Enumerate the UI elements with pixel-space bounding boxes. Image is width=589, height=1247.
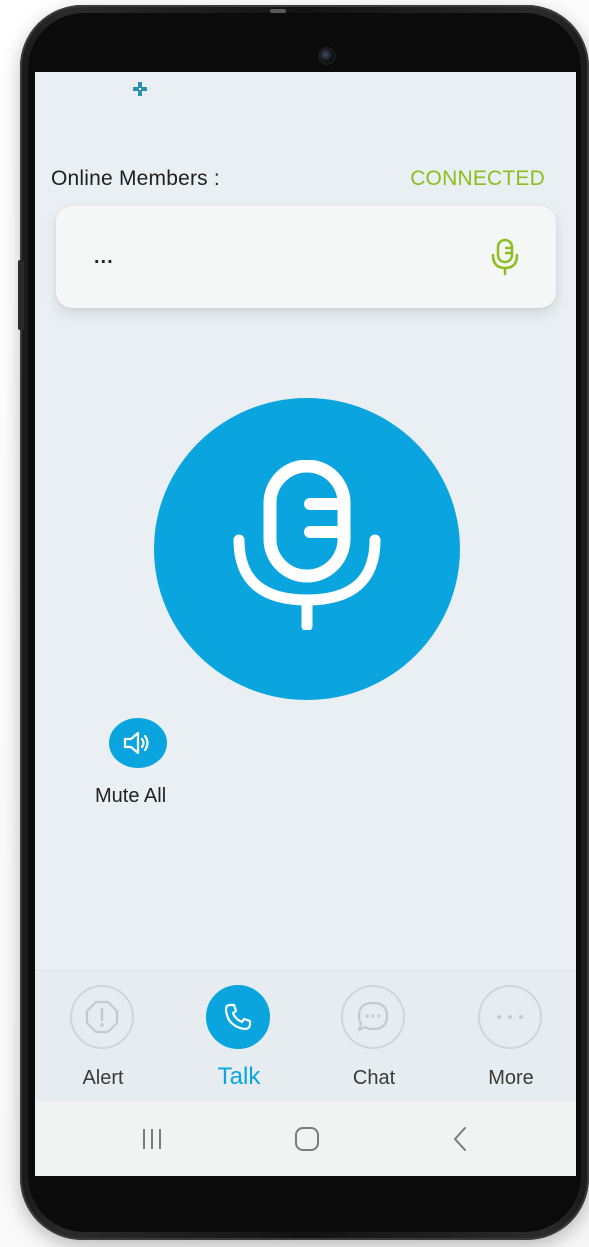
member-card[interactable]: ... <box>56 206 556 308</box>
microphone-icon <box>491 238 519 276</box>
nav-label-chat: Chat <box>352 1067 396 1089</box>
online-members-header: Online Members : CONNECTED <box>51 167 545 193</box>
nav-item-chat[interactable]: Chat <box>319 985 429 1095</box>
connection-status: CONNECTED <box>410 167 545 190</box>
nav-item-more[interactable]: More <box>456 985 566 1095</box>
nav-chat-circle[interactable] <box>341 985 405 1049</box>
bottom-navigation: Alert Talk Chat More <box>35 970 576 1103</box>
nav-item-alert[interactable]: Alert <box>48 985 158 1095</box>
nav-label-talk: Talk <box>217 1063 261 1090</box>
nav-alert-circle[interactable] <box>70 985 134 1049</box>
phone-icon <box>224 1003 252 1031</box>
nav-more-circle[interactable] <box>478 985 542 1049</box>
app-notification-icon <box>133 82 147 96</box>
online-members-label: Online Members : <box>51 167 220 190</box>
system-navigation-bar <box>35 1102 576 1176</box>
back-icon[interactable] <box>441 1124 481 1154</box>
chat-icon <box>357 1001 389 1032</box>
nav-item-talk[interactable]: Talk <box>184 985 294 1095</box>
alert-icon <box>85 1000 119 1034</box>
device-mockup: Online Members : CONNECTED ... Mute All … <box>0 0 589 1247</box>
recent-apps-icon[interactable] <box>133 1124 173 1154</box>
top-sensor <box>270 9 286 13</box>
member-name: ... <box>94 246 114 268</box>
push-to-talk-button[interactable] <box>154 398 460 700</box>
status-bar <box>35 72 576 110</box>
mute-all-label: Mute All <box>95 785 167 807</box>
mute-all-button[interactable]: Mute All <box>91 718 203 808</box>
front-camera <box>320 49 334 63</box>
home-icon[interactable] <box>287 1124 327 1154</box>
nav-talk-circle[interactable] <box>206 985 270 1049</box>
microphone-icon <box>233 460 381 630</box>
speaker-icon <box>123 731 149 755</box>
app-screen: Online Members : CONNECTED ... Mute All … <box>35 72 576 1176</box>
mute-all-circle[interactable] <box>109 718 167 768</box>
nav-label-more: More <box>488 1067 534 1089</box>
volume-button <box>18 260 24 330</box>
more-dots-icon <box>497 1015 523 1019</box>
nav-label-alert: Alert <box>82 1067 124 1089</box>
